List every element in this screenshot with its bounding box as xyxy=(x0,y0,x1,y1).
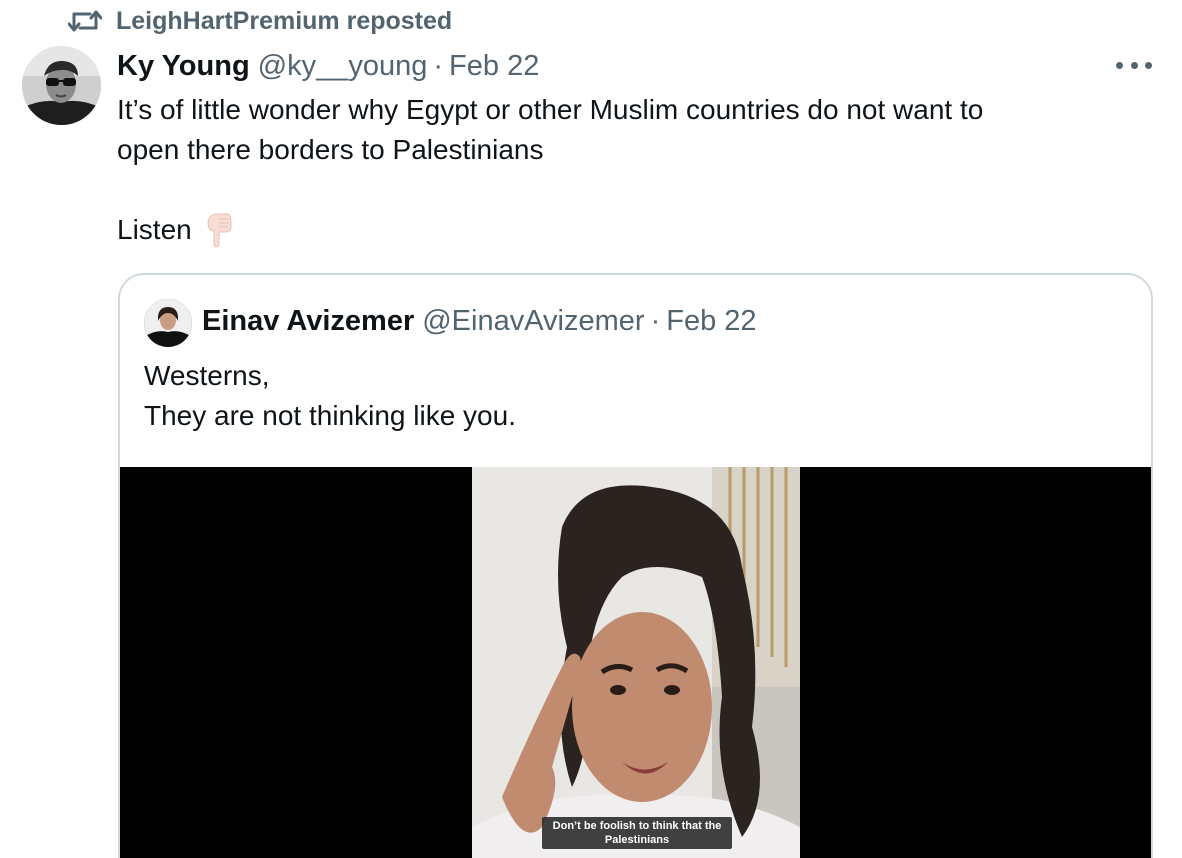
tweet-text-line: It’s of little wonder why Egypt or other… xyxy=(117,94,984,125)
author-handle[interactable]: @ky__young xyxy=(258,50,428,83)
video-caption: Don’t be foolish to think that the Pales… xyxy=(542,817,732,849)
quoted-tweet-header: Einav Avizemer @EinavAvizemer · Feb 22 xyxy=(202,301,757,341)
tweet-page: LeighHartPremium reposted Ky Young @ky__… xyxy=(0,0,1182,858)
pointing-down-emoji xyxy=(207,213,232,248)
video-player[interactable]: Don’t be foolish to think that the Pales… xyxy=(120,467,1151,858)
repost-icon xyxy=(68,10,102,32)
tweet-date[interactable]: Feb 22 xyxy=(449,50,539,83)
quoted-text-line: Westerns, xyxy=(144,360,270,391)
repost-label: LeighHartPremium reposted xyxy=(116,6,453,35)
author-avatar[interactable] xyxy=(22,46,101,125)
video-frame[interactable]: Don’t be foolish to think that the Pales… xyxy=(472,467,800,858)
quoted-author-avatar[interactable] xyxy=(144,299,192,347)
caption-line: Don’t be foolish to think that the xyxy=(552,820,722,832)
quoted-tweet-date[interactable]: Feb 22 xyxy=(666,305,756,338)
more-icon[interactable] xyxy=(1116,52,1152,78)
tweet-text: It’s of little wonder why Egypt or other… xyxy=(117,90,1157,170)
quoted-tweet-card[interactable]: Einav Avizemer @EinavAvizemer · Feb 22 W… xyxy=(118,273,1153,858)
quoted-author-name[interactable]: Einav Avizemer xyxy=(202,305,414,338)
quoted-author-handle[interactable]: @EinavAvizemer xyxy=(422,305,644,338)
quoted-avatar-image xyxy=(144,299,192,347)
caption-line: Palestinians xyxy=(604,834,670,846)
listen-text: Listen xyxy=(117,214,192,245)
separator-dot: · xyxy=(650,304,661,337)
tweet-text-line: open there borders to Palestinians xyxy=(117,134,544,165)
avatar-image xyxy=(22,46,101,125)
quoted-text-line: They are not thinking like you. xyxy=(144,400,516,431)
separator-dot: · xyxy=(433,49,444,82)
repost-header[interactable]: LeighHartPremium reposted xyxy=(68,4,452,38)
video-still-image xyxy=(472,467,800,858)
quoted-tweet-text: Westerns, They are not thinking like you… xyxy=(144,356,1124,436)
author-name[interactable]: Ky Young xyxy=(117,50,250,83)
tweet-text-listen: Listen xyxy=(117,210,234,250)
tweet-header: Ky Young @ky__young · Feb 22 xyxy=(117,46,539,86)
